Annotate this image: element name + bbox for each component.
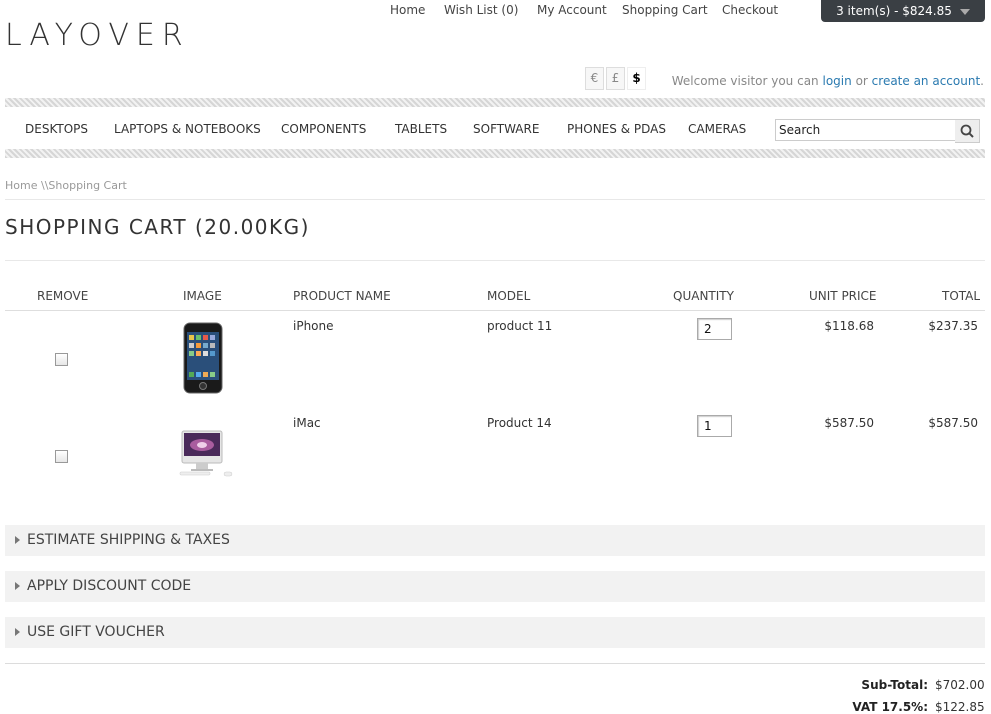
panel-estimate-shipping[interactable]: ESTIMATE SHIPPING & TAXES bbox=[5, 525, 985, 556]
nav-stripe-bottom bbox=[5, 149, 985, 158]
cart-summary: 3 item(s) - $824.85 bbox=[836, 4, 952, 18]
login-link[interactable]: login bbox=[823, 74, 852, 88]
quantity-input[interactable]: 1 bbox=[697, 415, 732, 437]
welcome-or: or bbox=[855, 74, 868, 88]
top-link-checkout[interactable]: Checkout bbox=[722, 3, 778, 17]
line-total: $237.35 bbox=[928, 319, 978, 333]
welcome-text: Welcome visitor you can bbox=[671, 74, 819, 88]
breadcrumb: Home \\Shopping Cart bbox=[5, 179, 127, 192]
panel-title: USE GIFT VOUCHER bbox=[27, 624, 165, 640]
panel-title: ESTIMATE SHIPPING & TAXES bbox=[27, 532, 230, 548]
top-link-wishlist[interactable]: Wish List (0) bbox=[444, 3, 518, 17]
currency-dollar[interactable]: $ bbox=[627, 67, 646, 90]
product-name-link[interactable]: iPhone bbox=[293, 319, 334, 333]
top-link-shopping-cart[interactable]: Shopping Cart bbox=[622, 3, 708, 17]
quantity-input[interactable]: 2 bbox=[697, 318, 732, 340]
iphone-image[interactable] bbox=[183, 322, 223, 394]
triangle-right-icon bbox=[15, 582, 20, 590]
subtotal-value: $702.00 bbox=[935, 678, 985, 692]
triangle-right-icon bbox=[15, 536, 20, 544]
welcome-period: . bbox=[980, 74, 984, 88]
divider bbox=[5, 260, 985, 261]
th-product-name: PRODUCT NAME bbox=[293, 289, 391, 303]
top-link-home[interactable]: Home bbox=[390, 3, 425, 17]
currency-pound[interactable]: £ bbox=[606, 67, 625, 90]
th-unit-price: UNIT PRICE bbox=[809, 289, 877, 303]
th-quantity: QUANTITY bbox=[673, 289, 734, 303]
subtotal-label: Sub-Total: bbox=[861, 678, 928, 692]
create-account-link[interactable]: create an account bbox=[872, 74, 981, 88]
nav-desktops[interactable]: DESKTOPS bbox=[25, 122, 88, 136]
remove-checkbox[interactable] bbox=[55, 450, 68, 463]
currency-euro[interactable]: € bbox=[585, 67, 604, 90]
table-row: iPhone product 11 2 $118.68 $237.35 bbox=[0, 311, 991, 407]
nav-cameras[interactable]: CAMERAS bbox=[688, 122, 746, 136]
th-total: TOTAL bbox=[942, 289, 981, 303]
nav-laptops[interactable]: LAPTOPS & NOTEBOOKS bbox=[114, 122, 261, 136]
top-link-account[interactable]: My Account bbox=[537, 3, 607, 17]
imac-image[interactable] bbox=[178, 430, 236, 478]
breadcrumb-current[interactable]: Shopping Cart bbox=[48, 179, 126, 192]
cart-dropdown-button[interactable]: 3 item(s) - $824.85 bbox=[821, 0, 985, 22]
search-input[interactable]: Search bbox=[775, 119, 958, 141]
nav-stripe-top bbox=[5, 98, 985, 107]
table-row: iMac Product 14 1 $587.50 $587.50 bbox=[0, 408, 991, 504]
panel-discount-code[interactable]: APPLY DISCOUNT CODE bbox=[5, 571, 985, 602]
product-name-link[interactable]: iMac bbox=[293, 416, 321, 430]
product-model: Product 14 bbox=[487, 416, 552, 430]
panel-gift-voucher[interactable]: USE GIFT VOUCHER bbox=[5, 617, 985, 648]
panel-title: APPLY DISCOUNT CODE bbox=[27, 578, 192, 594]
product-model: product 11 bbox=[487, 319, 553, 333]
search-icon bbox=[960, 124, 974, 138]
nav-components[interactable]: COMPONENTS bbox=[281, 122, 366, 136]
nav-tablets[interactable]: TABLETS bbox=[395, 122, 447, 136]
nav-software[interactable]: SOFTWARE bbox=[473, 122, 539, 136]
nav-phones[interactable]: PHONES & PDAS bbox=[567, 122, 666, 136]
site-logo[interactable]: LAYOVER bbox=[5, 18, 190, 54]
caret-down-icon bbox=[959, 8, 970, 15]
divider bbox=[5, 663, 985, 664]
th-model: MODEL bbox=[487, 289, 531, 303]
th-remove: REMOVE bbox=[37, 289, 89, 303]
unit-price: $587.50 bbox=[824, 416, 874, 430]
welcome-message: Welcome visitor you can login or create … bbox=[672, 74, 984, 88]
unit-price: $118.68 bbox=[824, 319, 874, 333]
remove-checkbox[interactable] bbox=[55, 353, 68, 366]
breadcrumb-home[interactable]: Home bbox=[5, 179, 37, 192]
th-image: IMAGE bbox=[183, 289, 222, 303]
divider bbox=[5, 199, 985, 200]
page-title: SHOPPING CART (20.00KG) bbox=[5, 215, 310, 239]
triangle-right-icon bbox=[15, 628, 20, 636]
line-total: $587.50 bbox=[928, 416, 978, 430]
search-button[interactable] bbox=[955, 119, 980, 143]
